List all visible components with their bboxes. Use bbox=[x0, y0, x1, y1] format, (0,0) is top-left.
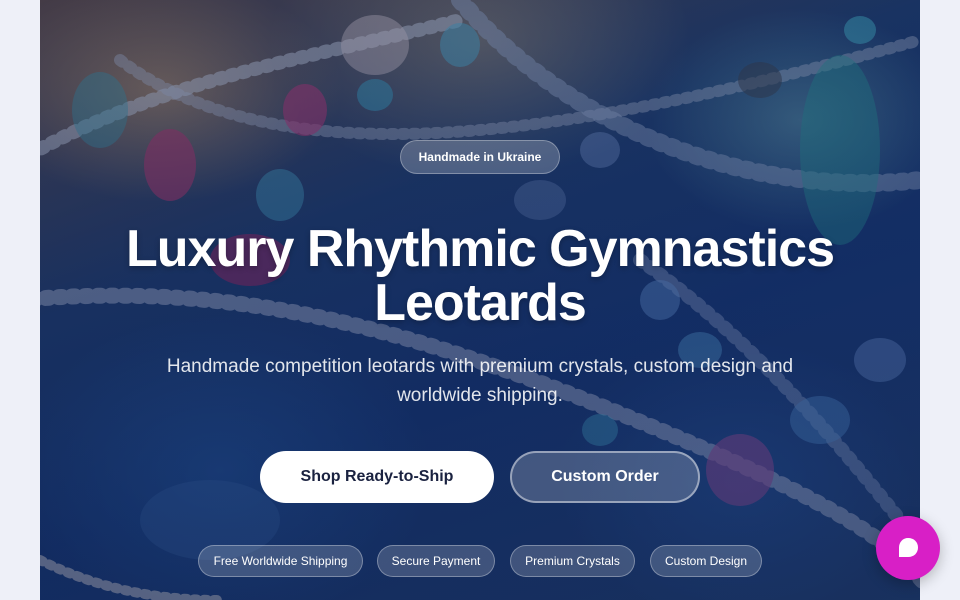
chat-bubble-icon bbox=[899, 538, 918, 557]
hero-section: Handmade in Ukraine Luxury Rhythmic Gymn… bbox=[40, 0, 920, 600]
hero-subtitle: Handmade competition leotards with premi… bbox=[120, 352, 840, 410]
page-title: Luxury Rhythmic Gymnastics Leotards bbox=[80, 222, 880, 330]
origin-badge: Handmade in Ukraine bbox=[400, 140, 560, 174]
feature-badge-crystals: Premium Crystals bbox=[510, 545, 635, 577]
chat-button[interactable] bbox=[876, 516, 940, 580]
title-line-2: Leotards bbox=[374, 274, 587, 332]
feature-badge-shipping: Free Worldwide Shipping bbox=[198, 545, 363, 577]
feature-badges: Free Worldwide Shipping Secure Payment P… bbox=[40, 545, 920, 577]
shop-ready-to-ship-button[interactable]: Shop Ready-to-Ship bbox=[260, 451, 494, 503]
feature-badge-custom-design: Custom Design bbox=[650, 545, 762, 577]
custom-order-button[interactable]: Custom Order bbox=[510, 451, 700, 503]
title-line-1: Luxury Rhythmic Gymnastics bbox=[126, 220, 835, 278]
subtitle-line-2: worldwide shipping. bbox=[397, 385, 563, 406]
subtitle-line-1: Handmade competition leotards with premi… bbox=[166, 356, 794, 377]
feature-badge-payment: Secure Payment bbox=[377, 545, 495, 577]
